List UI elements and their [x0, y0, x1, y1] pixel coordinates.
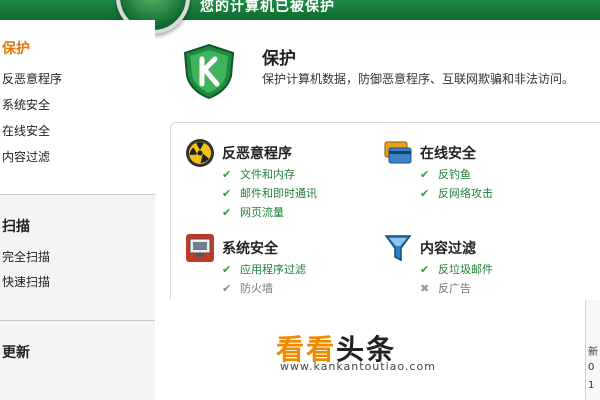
feature-anti-banner[interactable]: ✖ 反广告	[420, 280, 471, 296]
right-strip-text: 1	[588, 380, 595, 391]
feature-label: 防火墙	[240, 282, 273, 295]
group-title-content[interactable]: 内容过滤	[420, 238, 476, 258]
feature-label: 邮件和即时通讯	[240, 187, 317, 200]
right-strip-text: 新	[588, 347, 598, 358]
check-icon: ✔	[222, 168, 232, 181]
feature-anti-network-attack[interactable]: ✔ 反网络攻击	[420, 185, 493, 201]
feature-file-memory[interactable]: ✔ 文件和内存	[222, 166, 295, 182]
check-icon: ✔	[222, 206, 232, 219]
feature-anti-phishing[interactable]: ✔ 反钓鱼	[420, 166, 471, 182]
shield-k-icon	[183, 43, 235, 100]
feature-firewall[interactable]: ✔ 防火墙	[222, 280, 273, 296]
feature-label: 应用程序过滤	[240, 263, 306, 276]
feature-label: 网页流量	[240, 206, 284, 219]
feature-app-filter[interactable]: ✔ 应用程序过滤	[222, 261, 306, 277]
sidebar-heading-protection[interactable]: 保护	[2, 38, 30, 58]
sidebar-item-content-filter[interactable]: 内容过滤	[2, 148, 50, 165]
page-description: 保护计算机数据，防御恶意程序、互联网欺骗和非法访问。	[262, 72, 575, 86]
feature-label: 反垃圾邮件	[438, 263, 493, 276]
check-icon: ✔	[420, 263, 430, 276]
feature-web-traffic[interactable]: ✔ 网页流量	[222, 204, 284, 220]
check-icon: ✔	[222, 187, 232, 200]
check-icon: ✔	[420, 168, 430, 181]
system-monitor-icon	[186, 234, 214, 262]
radiation-icon	[186, 139, 214, 167]
feature-label: 反广告	[438, 282, 471, 295]
sidebar-item-antimalware[interactable]: 反恶意程序	[2, 70, 62, 87]
feature-anti-spam[interactable]: ✔ 反垃圾邮件	[420, 261, 493, 277]
sidebar: 保护 反恶意程序 系统安全 在线安全 内容过滤 扫描 完全扫描 快速扫描 更新	[0, 20, 155, 400]
feature-label: 反钓鱼	[438, 168, 471, 181]
sidebar-heading-scan[interactable]: 扫描	[2, 216, 30, 236]
sidebar-item-system-security[interactable]: 系统安全	[2, 96, 50, 113]
filter-funnel-icon	[384, 235, 412, 262]
sidebar-heading-update[interactable]: 更新	[2, 342, 30, 362]
group-title-antimalware[interactable]: 反恶意程序	[222, 143, 292, 163]
page-title: 保护	[262, 49, 296, 69]
check-icon: ✔	[222, 282, 232, 295]
sidebar-item-full-scan[interactable]: 完全扫描	[2, 248, 50, 265]
banner-title: 您的计算机已被保护	[200, 0, 335, 12]
feature-label: 文件和内存	[240, 168, 295, 181]
watermark-url: www.kankantoutiao.com	[280, 360, 436, 373]
group-title-system[interactable]: 系统安全	[222, 238, 278, 258]
check-icon: ✔	[222, 263, 232, 276]
feature-mail-im[interactable]: ✔ 邮件和即时通讯	[222, 185, 317, 201]
sidebar-item-quick-scan[interactable]: 快速扫描	[2, 273, 50, 290]
sidebar-item-online-security[interactable]: 在线安全	[2, 122, 50, 139]
top-banner: 您的计算机已被保护	[0, 0, 600, 34]
right-strip-text: 0	[588, 362, 595, 373]
group-title-online[interactable]: 在线安全	[420, 143, 476, 163]
credit-card-icon	[384, 141, 412, 164]
cross-icon: ✖	[420, 282, 430, 295]
check-icon: ✔	[420, 187, 430, 200]
feature-label: 反网络攻击	[438, 187, 493, 200]
